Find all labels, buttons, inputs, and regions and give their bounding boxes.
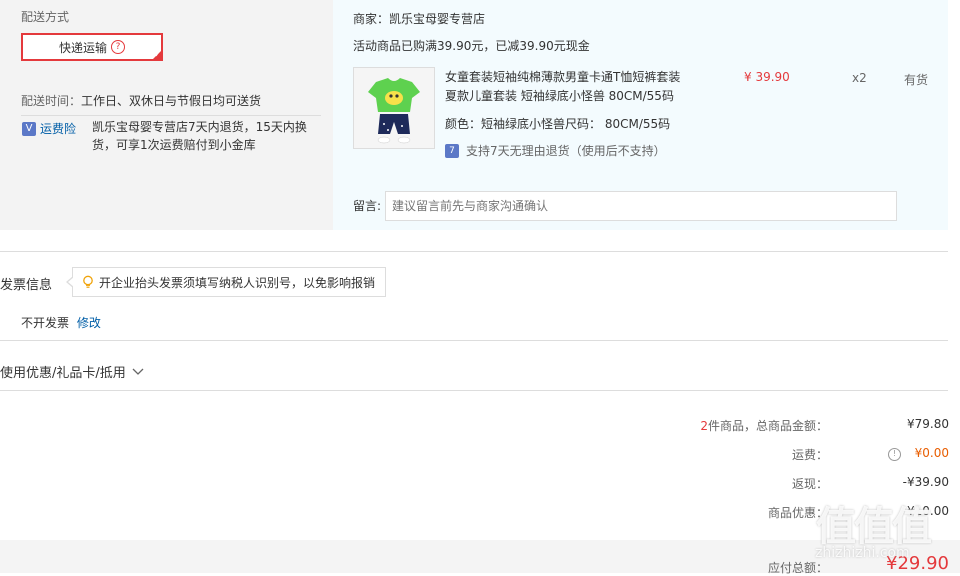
- freight-insurance-desc: 凯乐宝母婴专营店7天内退货，15天内换 货，可享1次运费赔付到小金库: [92, 118, 307, 154]
- insurance-desc-line1: 凯乐宝母婴专营店7天内退货，15天内换: [92, 120, 307, 134]
- lightbulb-icon: [83, 275, 93, 288]
- product-title[interactable]: 女童套装短袖纯棉薄款男童卡通T恤短裤套装 夏款儿童套装 短袖绿底小怪兽 80CM…: [445, 68, 680, 106]
- product-title-line1[interactable]: 女童套装短袖纯棉薄款男童卡通T恤短裤套装: [445, 68, 680, 87]
- shipping-label: 运费：: [791, 448, 828, 462]
- invoice-edit-link[interactable]: 修改: [77, 316, 101, 330]
- check-icon: ✓: [154, 50, 161, 59]
- divider: [0, 390, 948, 391]
- freight-insurance-label[interactable]: 运费险: [40, 120, 76, 137]
- tip-arrow-inner: [68, 277, 74, 287]
- payable-label: 应付总额：: [767, 561, 828, 575]
- product-price: ¥ 39.90: [744, 70, 790, 84]
- invoice-status-row: 不开发票 修改: [21, 314, 101, 331]
- return-policy-text: 支持7天无理由退货（使用后不支持）: [466, 144, 666, 158]
- stock-status: 有货: [904, 73, 929, 87]
- delivery-time: 配送时间：工作日、双休日与节假日均可送货: [21, 92, 261, 109]
- help-icon[interactable]: ?: [111, 40, 125, 54]
- shield-icon: V: [22, 121, 36, 136]
- coupon-title[interactable]: 使用优惠/礼品卡/抵用: [0, 362, 126, 381]
- summary-count-row: 2件商品，总商品金额：: [628, 417, 828, 434]
- color-label: 颜色：: [445, 117, 482, 131]
- message-label: 留言:: [353, 199, 382, 213]
- delivery-time-label: 配送时间：: [21, 94, 82, 108]
- message-input[interactable]: [385, 191, 897, 221]
- merchant-name[interactable]: 凯乐宝母婴专营店: [389, 12, 485, 26]
- merchant-label: 商家：: [353, 12, 390, 26]
- delivery-section-title: 配送方式: [21, 10, 70, 24]
- product-title-line2[interactable]: 夏款儿童套装 短袖绿底小怪兽 80CM/55码: [445, 87, 680, 106]
- express-shipping-option[interactable]: 快递运输 ? ✓: [21, 33, 163, 61]
- shipping-method-label: 快递运输: [58, 40, 107, 55]
- shipping-fee: ¥0.00: [914, 446, 949, 460]
- invoice-tip: 开企业抬头发票须填写纳税人识别号，以免影响报销: [66, 267, 387, 297]
- product-color: 颜色：短袖绿底小怪兽尺码： 80CM/55码: [445, 115, 670, 132]
- chevron-down-icon: [132, 368, 144, 375]
- return-badge-icon: 7: [445, 143, 459, 158]
- invoice-title: 发票信息: [0, 278, 53, 293]
- rebate-label: 返现：: [791, 477, 828, 491]
- invoice-status: 不开发票: [21, 316, 70, 330]
- merchant: 商家：凯乐宝母婴专营店: [353, 10, 485, 27]
- insurance-desc-line2: 货，可享1次运费赔付到小金库: [92, 138, 256, 152]
- delivery-time-value: 工作日、双休日与节假日均可送货: [81, 94, 262, 108]
- watermark-url: zhizhizhi.com: [815, 545, 910, 561]
- product-quantity: x2: [852, 71, 867, 85]
- item-count-label: 件商品，总商品金额：: [707, 419, 828, 433]
- goods-total: ¥79.80: [907, 417, 949, 431]
- coupon-toggle[interactable]: 使用优惠/礼品卡/抵用: [0, 362, 144, 381]
- divider: [21, 115, 321, 116]
- item-count: 2: [700, 419, 708, 433]
- color-value: 短袖绿底小怪兽尺码： 80CM/55码: [481, 117, 671, 131]
- product-image: [354, 68, 434, 148]
- watermark-logo: 值值值: [816, 504, 932, 550]
- promo-text: 活动商品已购满39.90元，已减39.90元现金: [353, 39, 590, 53]
- freight-insurance[interactable]: V 运费险: [22, 120, 76, 137]
- rebate-amount: -¥39.90: [902, 475, 949, 489]
- return-policy: 7 支持7天无理由退货（使用后不支持）: [445, 142, 666, 159]
- discount-label: 商品优惠：: [767, 506, 828, 520]
- product-thumbnail[interactable]: [353, 67, 435, 149]
- invoice-tip-text: 开企业抬头发票须填写纳税人识别号，以免影响报销: [99, 275, 376, 290]
- divider: [0, 340, 948, 341]
- divider: [0, 251, 948, 252]
